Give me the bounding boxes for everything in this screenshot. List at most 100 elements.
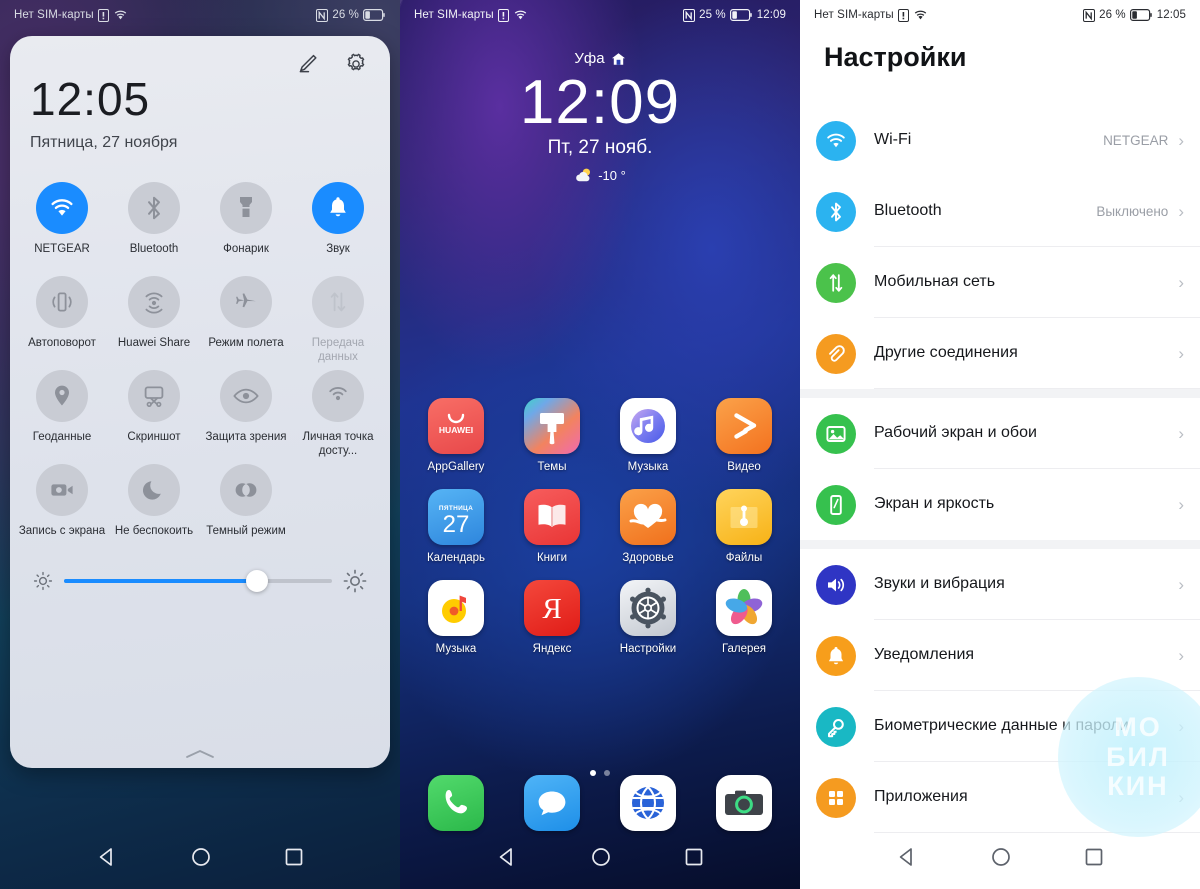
tile-screenshot[interactable]: Скриншот <box>108 370 200 460</box>
collapse-handle-icon[interactable] <box>184 748 216 760</box>
tile-do-not-disturb[interactable]: Не беспокоить <box>108 464 200 554</box>
back-triangle-icon[interactable] <box>96 846 118 868</box>
tile-row: NETGEAR Bluetooth Фонарик Звук <box>16 182 384 276</box>
back-triangle-icon[interactable] <box>496 846 518 868</box>
tile-huawei-share[interactable]: Huawei Share <box>108 276 200 366</box>
app-label: Темы <box>537 461 567 473</box>
nfc-icon <box>683 8 696 22</box>
settings-row-wifi[interactable]: Wi-Fi NETGEAR › <box>800 105 1200 176</box>
battery-percent: 26 % <box>1099 9 1126 21</box>
group-separator <box>800 540 1200 549</box>
tile-label: Темный режим <box>206 525 286 537</box>
recents-square-icon[interactable] <box>284 847 304 867</box>
dark-mode-icon <box>235 483 257 497</box>
app-label: Яндекс <box>532 643 572 655</box>
tile-circle <box>220 464 272 516</box>
tile-empty <box>292 464 384 554</box>
tile-dark-mode[interactable]: Темный режим <box>200 464 292 554</box>
settings-row-mobile-network[interactable]: Мобильная сеть › <box>800 247 1200 318</box>
status-bar-left: Нет SIM-карты <box>14 8 128 22</box>
tile-eye-comfort[interactable]: Защита зрения <box>200 370 292 460</box>
mobile-network-icon <box>816 262 856 303</box>
notification-shade-screen: Нет SIM-карты 26 % 12:05 Пятница, 27 ноя… <box>0 0 400 889</box>
brightness-track[interactable] <box>64 570 332 592</box>
home-circle-icon[interactable] <box>190 846 212 868</box>
app-label: Книги <box>536 552 568 564</box>
back-triangle-icon[interactable] <box>896 846 918 868</box>
app-appgallery[interactable]: HUAWEI AppGallery <box>414 398 498 473</box>
settings-row-sound[interactable]: Звуки и вибрация › <box>800 549 1200 620</box>
settings-row-notifications[interactable]: Уведомления › <box>800 620 1200 691</box>
sim-missing-icon <box>897 8 909 22</box>
home-circle-icon[interactable] <box>590 846 612 868</box>
airplane-icon <box>236 293 256 308</box>
brightness-slider-row[interactable] <box>10 558 390 594</box>
tile-airplane-mode[interactable]: Режим полета <box>200 276 292 366</box>
eye-icon <box>233 388 259 404</box>
notifications-bell-icon <box>816 635 856 676</box>
tile-label: Автоповорот <box>28 337 96 349</box>
recents-square-icon[interactable] <box>1084 847 1104 867</box>
settings-value: Выключено <box>1096 204 1169 219</box>
tile-mobile-data[interactable]: Передача данных <box>292 276 384 366</box>
brightness-knob[interactable] <box>245 570 268 592</box>
shade-header-actions <box>294 52 368 76</box>
app-yandex-music[interactable]: Музыка <box>414 580 498 655</box>
tile-label: Huawei Share <box>117 337 191 349</box>
tile-wifi[interactable]: NETGEAR <box>16 182 108 272</box>
dock-camera[interactable] <box>702 775 786 831</box>
tile-label: Запись с экрана <box>18 525 106 537</box>
app-music-huawei[interactable]: Музыка <box>606 398 690 473</box>
recents-square-icon[interactable] <box>684 847 704 867</box>
tile-bluetooth[interactable]: Bluetooth <box>108 182 200 272</box>
tile-circle <box>128 370 180 422</box>
tile-circle <box>36 276 88 328</box>
tile-hotspot[interactable]: Личная точка досту... <box>292 370 384 460</box>
app-label: Календарь <box>426 552 486 564</box>
tile-screen-recorder[interactable]: Запись с экрана <box>16 464 108 554</box>
app-row: Музыка Я Яндекс Настройки Галерея <box>414 580 786 655</box>
app-gallery[interactable]: Галерея <box>702 580 786 655</box>
edit-icon[interactable] <box>294 52 318 76</box>
settings-row-biometrics[interactable]: Биометрические данные и пароли › <box>800 691 1200 762</box>
app-themes[interactable]: Темы <box>510 398 594 473</box>
app-files[interactable]: Файлы <box>702 489 786 564</box>
app-yandex[interactable]: Я Яндекс <box>510 580 594 655</box>
health-icon <box>620 489 676 545</box>
app-video[interactable]: Видео <box>702 398 786 473</box>
dock-messages[interactable] <box>510 775 594 831</box>
tile-label: Режим полета <box>208 337 284 349</box>
app-health[interactable]: Здоровье <box>606 489 690 564</box>
status-bar-right: 25 % 12:09 <box>683 8 786 22</box>
tile-label: NETGEAR <box>34 243 90 255</box>
settings-row-apps[interactable]: Приложения › <box>800 762 1200 833</box>
tile-sound[interactable]: Звук <box>292 182 384 272</box>
app-calendar[interactable]: ПЯТНИЦА 27 Календарь <box>414 489 498 564</box>
tile-row: Запись с экрана Не беспокоить Темный реж… <box>16 464 384 558</box>
tile-label: Звук <box>326 243 350 255</box>
tile-circle <box>128 276 180 328</box>
gear-icon[interactable] <box>344 52 368 76</box>
moon-icon <box>142 481 161 500</box>
dock-browser[interactable] <box>606 775 690 831</box>
home-clock-widget[interactable]: Уфа 12:09 Пт, 27 нояб. -10 ° <box>400 50 800 188</box>
settings-row-bluetooth[interactable]: Bluetooth Выключено › <box>800 176 1200 247</box>
settings-row-wallpaper[interactable]: Рабочий экран и обои › <box>800 398 1200 469</box>
navigation-bar <box>400 825 800 889</box>
nfc-icon <box>316 8 329 22</box>
home-circle-icon[interactable] <box>990 846 1012 868</box>
tile-flashlight[interactable]: Фонарик <box>200 182 292 272</box>
tile-location[interactable]: Геоданные <box>16 370 108 460</box>
tile-row: Геоданные Скриншот Защита зрения Личная … <box>16 370 384 464</box>
dock-phone[interactable] <box>414 775 498 831</box>
settings-group-display: Рабочий экран и обои › Экран и яркость › <box>800 398 1200 540</box>
app-books[interactable]: Книги <box>510 489 594 564</box>
app-label: Видео <box>727 461 761 473</box>
tile-circle <box>128 464 180 516</box>
settings-group-connectivity: Wi-Fi NETGEAR › Bluetooth Выключено › Мо… <box>800 105 1200 389</box>
app-settings[interactable]: Настройки <box>606 580 690 655</box>
wallpaper-icon <box>816 413 856 454</box>
settings-row-other-connections[interactable]: Другие соединения › <box>800 318 1200 389</box>
tile-autorotate[interactable]: Автоповорот <box>16 276 108 366</box>
settings-row-display-brightness[interactable]: Экран и яркость › <box>800 469 1200 540</box>
